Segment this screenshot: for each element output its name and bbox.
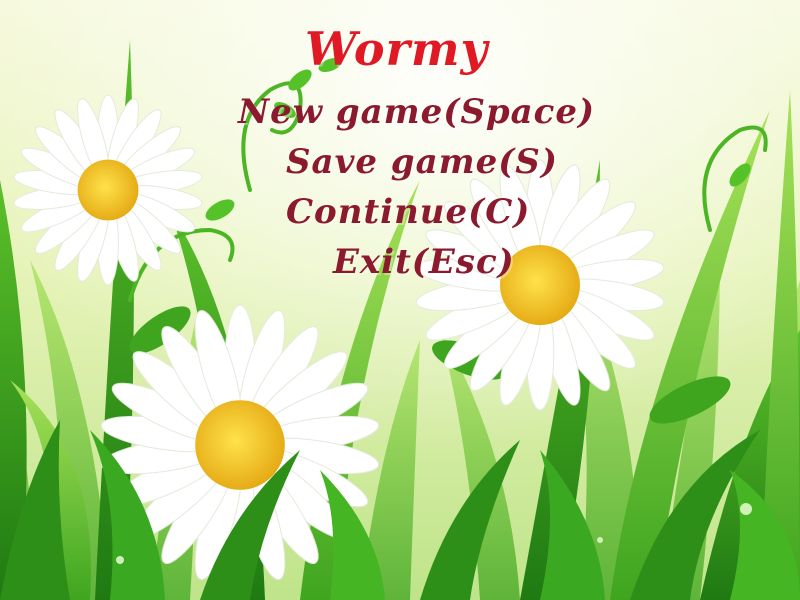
menu-exit[interactable]: Exit(Esc) <box>333 242 515 282</box>
meadow-background <box>0 0 800 600</box>
game-title: Wormy <box>305 22 489 76</box>
menu-save-game[interactable]: Save game(S) <box>286 142 558 182</box>
daisy-center <box>77 159 139 221</box>
menu-continue[interactable]: Continue(C) <box>286 192 530 232</box>
menu-new-game[interactable]: New game(Space) <box>238 92 595 132</box>
daisy-center <box>195 400 285 490</box>
